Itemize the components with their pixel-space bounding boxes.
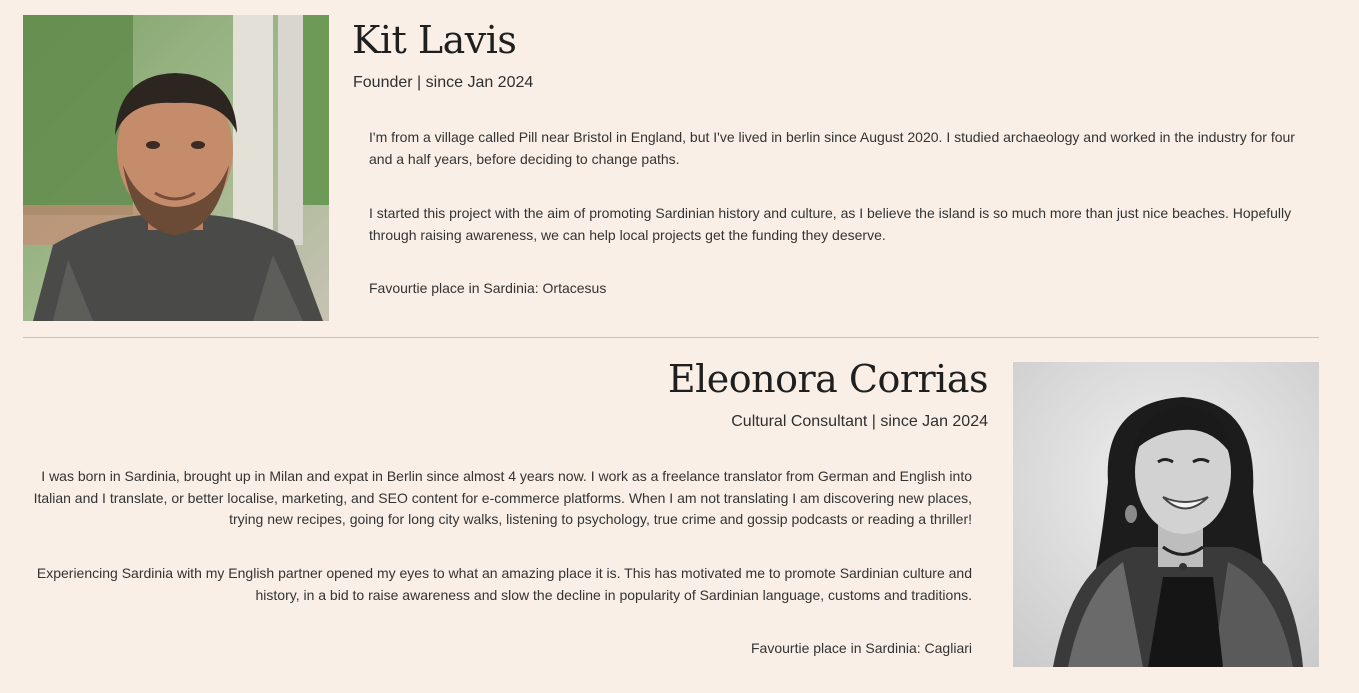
- section-divider: [23, 337, 1319, 338]
- eleonora-corrias-name: Eleonora Corrias: [667, 357, 989, 401]
- eleonora-corrias-photo: [1013, 362, 1319, 667]
- kit-lavis-role: Founder | since Jan 2024: [353, 74, 534, 91]
- kit-lavis-photo: [23, 15, 329, 321]
- kit-lavis-bio-paragraph: I started this project with the aim of p…: [369, 205, 1292, 243]
- kit-lavis-name: Kit Lavis: [352, 18, 517, 62]
- team-page: Kit Lavis Founder | since Jan 2024 I'm f…: [0, 0, 1359, 693]
- eleonora-corrias-bio-paragraph: Experiencing Sardinia with my English pa…: [36, 565, 972, 603]
- eleonora-corrias-role: Cultural Consultant | since Jan 2024: [731, 413, 988, 430]
- kit-lavis-favourite-place: Favourtie place in Sardinia: Ortacesus: [369, 280, 607, 296]
- kit-lavis-bio-paragraph: I'm from a village called Pill near Bris…: [369, 129, 1295, 167]
- eleonora-corrias-favourite-place: Favourtie place in Sardinia: Cagliari: [751, 640, 972, 656]
- eleonora-corrias-bio-paragraph: I was born in Sardinia, brought up in Mi…: [33, 468, 972, 527]
